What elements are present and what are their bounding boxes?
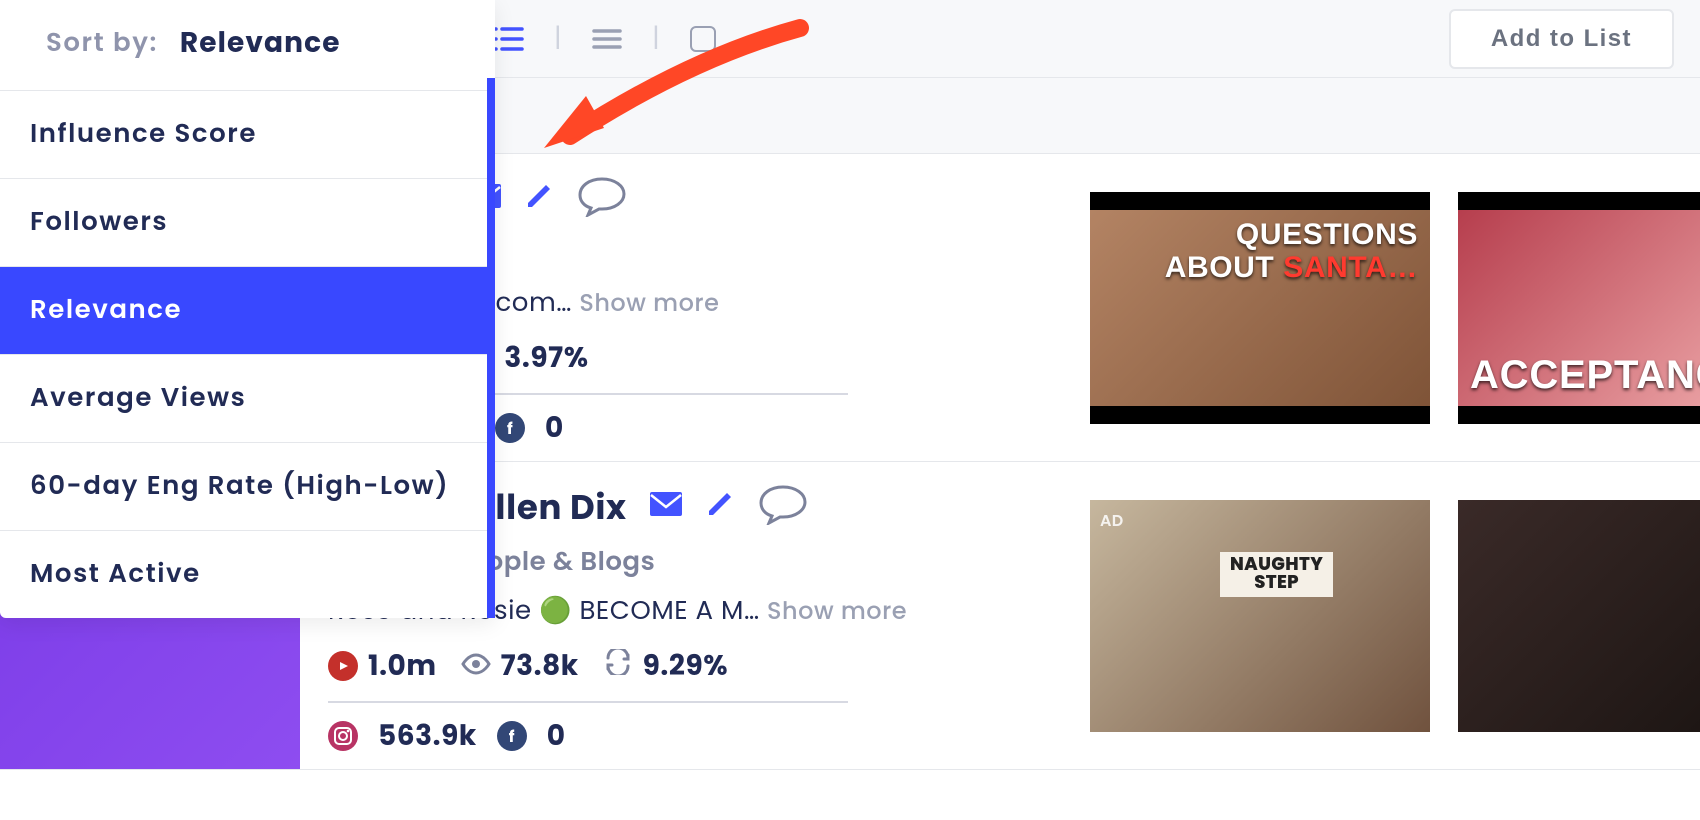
facebook-count: 0 — [545, 407, 564, 449]
sort-trigger[interactable]: Sort by: Relevance — [0, 0, 495, 91]
facebook-count: 0 — [547, 715, 566, 757]
add-to-list-button[interactable]: Add to List — [1449, 9, 1674, 69]
video-thumbnail[interactable]: QUESTIONS ABOUT SANTA… — [1090, 192, 1430, 424]
views-value: 73.8k — [501, 645, 579, 687]
edit-icon[interactable] — [705, 489, 735, 526]
edit-icon[interactable] — [524, 181, 554, 218]
view-grid-icon[interactable] — [690, 26, 716, 52]
facebook-icon[interactable]: f — [495, 413, 525, 443]
thumb-overlay-text: QUESTIONS — [1165, 218, 1418, 251]
divider: | — [652, 19, 660, 58]
engagement-value: 9.29% — [643, 645, 728, 687]
youtube-icon[interactable] — [328, 651, 358, 681]
facebook-icon[interactable]: f — [497, 721, 527, 751]
video-thumbnail[interactable]: ACCEPTANCE — [1458, 192, 1700, 424]
sort-option[interactable]: Followers — [0, 179, 495, 267]
comment-icon[interactable] — [576, 175, 628, 224]
sort-dropdown[interactable]: Sort by: Relevance Influence Score Follo… — [0, 0, 495, 618]
engagement-icon — [603, 645, 633, 687]
instagram-icon[interactable] — [328, 721, 358, 751]
instagram-count: 563.9k — [378, 715, 477, 757]
sort-label: Sort by: — [46, 24, 158, 63]
thumb-overlay-text: ABOUT — [1165, 251, 1284, 284]
view-list-compact-icon[interactable] — [592, 27, 622, 51]
video-thumbnails: QUESTIONS ABOUT SANTA… ACCEPTANCE — [1090, 154, 1700, 461]
thumb-overlay-text: ACCEPTANCE — [1470, 353, 1700, 398]
sort-option[interactable]: Most Active — [0, 531, 495, 618]
view-list-detailed-icon[interactable] — [490, 25, 524, 53]
sort-option[interactable]: Average Views — [0, 355, 495, 443]
comment-icon[interactable] — [757, 483, 809, 532]
show-more-link[interactable]: Show more — [767, 595, 907, 628]
views-icon — [461, 645, 491, 687]
sort-option[interactable]: Relevance — [0, 267, 495, 355]
video-thumbnail[interactable] — [1458, 500, 1700, 732]
thumb-overlay-text: STEP — [1230, 574, 1323, 593]
sort-selected: Relevance — [180, 22, 341, 64]
video-thumbnails: AD NAUGHTY STEP — [1090, 462, 1700, 769]
ad-badge: AD — [1100, 508, 1124, 533]
subs-value: 1.0m — [368, 645, 437, 687]
view-mode-toggle: | | — [490, 19, 716, 58]
divider: | — [554, 19, 562, 58]
mail-icon[interactable] — [649, 491, 683, 524]
thumb-overlay-text: SANTA… — [1283, 251, 1418, 284]
show-more-link[interactable]: Show more — [579, 287, 719, 320]
engagement-value: 3.97% — [504, 337, 588, 379]
sort-option[interactable]: 60-day Eng Rate (High-Low) — [0, 443, 495, 531]
video-thumbnail[interactable]: AD NAUGHTY STEP — [1090, 500, 1430, 732]
sort-option[interactable]: Influence Score — [0, 91, 495, 179]
